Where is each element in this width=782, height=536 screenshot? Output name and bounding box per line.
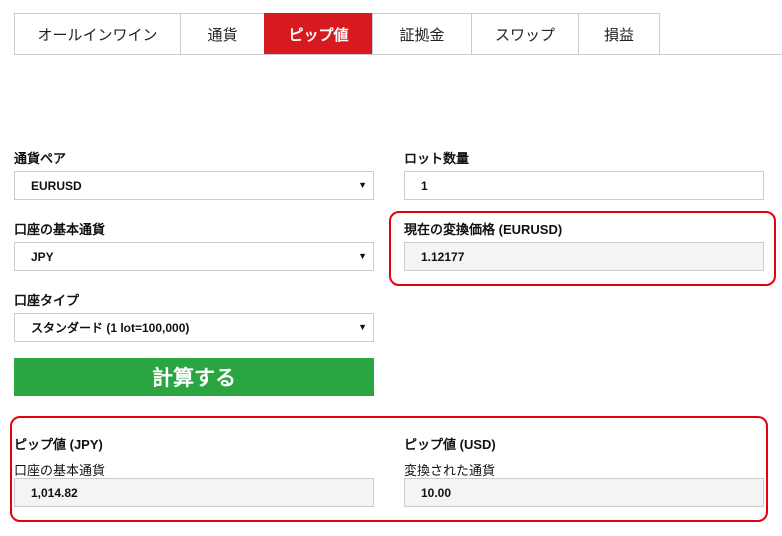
currency-pair-label: 通貨ペア bbox=[14, 151, 67, 166]
lot-size-label: ロット数量 bbox=[404, 151, 470, 166]
tab-margin[interactable]: 証拠金 bbox=[372, 13, 471, 54]
conversion-rate-field: 1.12177 bbox=[404, 242, 764, 271]
account-type-label: 口座タイプ bbox=[14, 293, 80, 308]
base-currency-value: JPY bbox=[31, 249, 54, 264]
tab-all-in-one[interactable]: オールインワイン bbox=[14, 13, 180, 54]
base-currency-label: 口座の基本通貨 bbox=[14, 222, 106, 237]
currency-pair-value: EURUSD bbox=[31, 178, 82, 193]
lot-size-input[interactable]: 1 bbox=[404, 171, 764, 200]
pip-value-usd-value: 10.00 bbox=[421, 485, 452, 500]
pip-value-jpy-field: 1,014.82 bbox=[14, 478, 374, 507]
base-currency-select[interactable]: JPY ▼ bbox=[14, 242, 374, 271]
conversion-rate-label: 現在の変換価格 (EURUSD) bbox=[404, 222, 563, 237]
pip-value-jpy-title: ピップ値 (JPY) bbox=[14, 437, 103, 452]
pip-value-usd-field: 10.00 bbox=[404, 478, 764, 507]
calculator-tabs: オールインワイン 通貨 ピップ値 証拠金 スワップ 損益 bbox=[14, 13, 782, 55]
dropdown-arrow-icon: ▼ bbox=[358, 180, 367, 190]
pip-value-usd-title: ピップ値 (USD) bbox=[404, 437, 496, 452]
pip-value-jpy-sub: 口座の基本通貨 bbox=[14, 463, 106, 478]
pip-value-usd-sub: 変換された通貨 bbox=[404, 463, 496, 478]
conversion-rate-value: 1.12177 bbox=[421, 249, 465, 264]
account-type-value: スタンダード (1 lot=100,000) bbox=[31, 321, 190, 335]
tab-swap[interactable]: スワップ bbox=[471, 13, 578, 54]
currency-pair-select[interactable]: EURUSD ▼ bbox=[14, 171, 374, 200]
tab-pip-value[interactable]: ピップ値 bbox=[264, 13, 372, 54]
tab-currency[interactable]: 通貨 bbox=[180, 13, 264, 54]
lot-size-value: 1 bbox=[421, 178, 428, 193]
pip-value-jpy-value: 1,014.82 bbox=[31, 485, 78, 500]
dropdown-arrow-icon: ▼ bbox=[358, 322, 367, 332]
account-type-select[interactable]: スタンダード (1 lot=100,000) ▼ bbox=[14, 313, 374, 342]
calculate-button[interactable]: 計算する bbox=[14, 358, 374, 396]
tab-profit-loss[interactable]: 損益 bbox=[578, 13, 660, 54]
dropdown-arrow-icon: ▼ bbox=[358, 251, 367, 261]
